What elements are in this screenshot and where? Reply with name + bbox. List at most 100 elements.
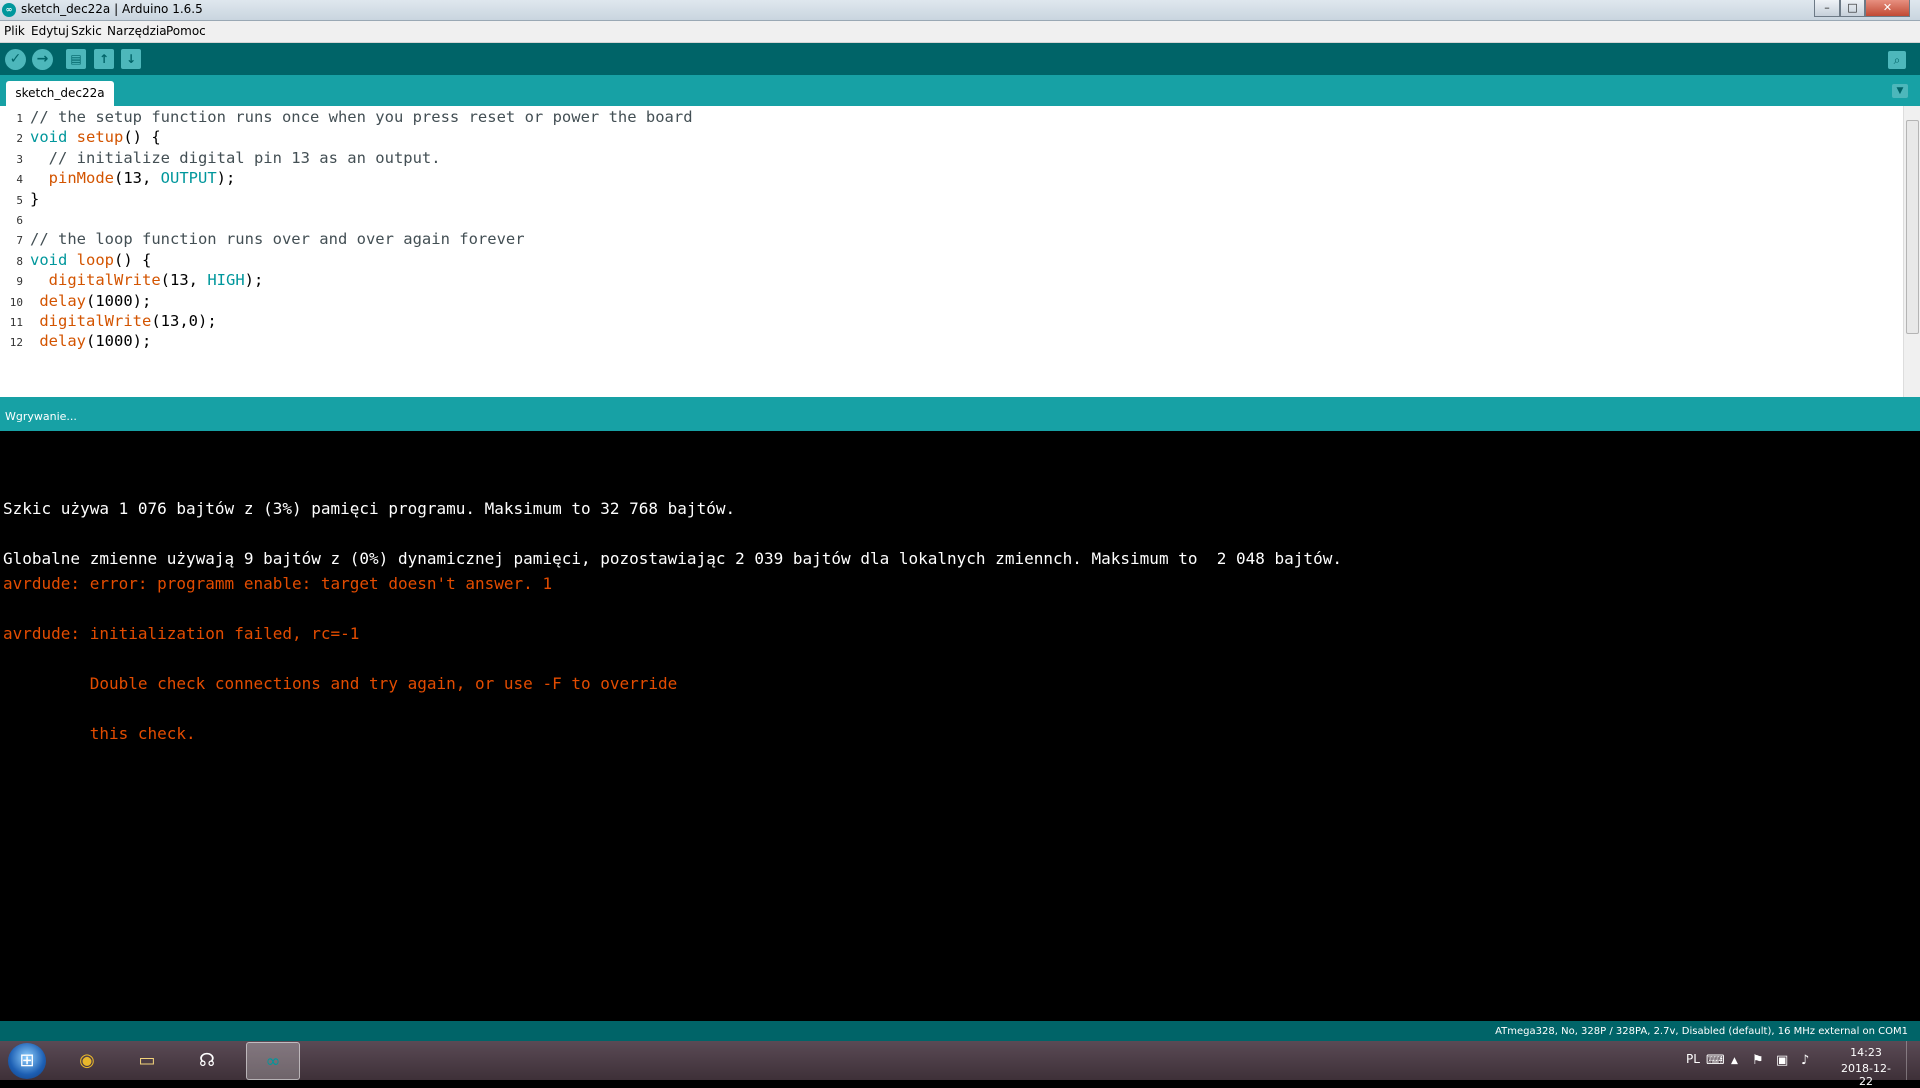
line-number: 2 (16, 132, 23, 146)
console-error-line: avrdude: error: programm enable: target … (3, 574, 553, 593)
tab-sketch[interactable]: sketch_dec22a (6, 81, 114, 106)
new-sketch-button[interactable]: ▤ (66, 49, 86, 69)
open-sketch-button[interactable]: ↑ (94, 49, 114, 69)
line-number: 6 (16, 214, 23, 227)
code-line[interactable]: digitalWrite(13,0); (30, 312, 217, 330)
code-line[interactable]: // initialize digital pin 13 as an outpu… (30, 149, 441, 167)
line-number: 12 (9, 336, 23, 350)
console-info-line: Globalne zmienne używają 9 bajtów z (0%)… (3, 549, 1342, 568)
toolbar: ✓ → ▤ ↑ ↓ ⌕ (0, 43, 1920, 75)
menu-bar: Plik Edytuj Szkic Narzędzia Pomoc (0, 21, 1920, 43)
close-button[interactable]: ✕ (1865, 0, 1910, 17)
line-number: 3 (16, 152, 23, 166)
console-error-line: Double check connections and try again, … (3, 674, 678, 693)
line-number-gutter: 1 2 3 4 5 6 7 8 9 10 11 12 (0, 106, 28, 397)
code-token: (13,0); (151, 312, 217, 330)
clock-time[interactable]: 14:23 (1840, 1046, 1892, 1059)
line-number: 10 (9, 295, 23, 309)
code-line[interactable]: void loop() { (30, 251, 151, 269)
console-error-line: this check. (3, 724, 196, 743)
arduino-logo-icon: ∞ (2, 3, 16, 17)
action-center-flag-icon[interactable]: ⚑ (1752, 1053, 1764, 1068)
title-bar: ∞ sketch_dec22a | Arduino 1.6.5 – □ ✕ (0, 0, 1920, 21)
taskbar-app-arduino[interactable]: ∞ (246, 1042, 300, 1080)
line-number: 11 (9, 316, 23, 329)
taskbar-app-chrome[interactable]: ◉ (60, 1042, 114, 1080)
code-line[interactable]: } (30, 190, 39, 208)
save-sketch-button[interactable]: ↓ (121, 49, 141, 69)
code-token: } (30, 189, 40, 208)
network-icon[interactable]: ▣ (1776, 1053, 1788, 1068)
tray-expand-icon[interactable]: ▲ (1731, 1056, 1738, 1066)
code-token: delay (39, 332, 87, 351)
code-token: OUTPUT (160, 169, 217, 188)
code-token: () { (123, 128, 161, 147)
language-indicator[interactable]: PL (1686, 1052, 1700, 1066)
upload-button[interactable]: → (32, 49, 53, 70)
volume-icon[interactable]: ♪ (1801, 1053, 1809, 1068)
code-token: ); (216, 169, 236, 188)
line-number: 9 (16, 275, 23, 289)
menu-szkic[interactable]: Szkic (71, 24, 102, 38)
status-bar: Wgrywanie... (0, 397, 1920, 431)
code-token: void (30, 128, 68, 147)
keyboard-icon[interactable]: ⌨ (1706, 1053, 1725, 1068)
taskbar: ⊞ ◉ ▭ ☊ ∞ PL ⌨ ▲ ⚑ ▣ ♪ 14:23 2018-12-22 (0, 1041, 1920, 1088)
code-token: delay (39, 291, 87, 310)
code-editor[interactable]: 1 2 3 4 5 6 7 8 9 10 11 12 // the setup function ru… (0, 106, 1920, 397)
minimize-button[interactable]: – (1814, 0, 1840, 17)
code-token: ); (244, 271, 264, 290)
menu-plik[interactable]: Plik (4, 24, 25, 38)
line-number: 8 (16, 254, 23, 268)
code-token: setup (76, 128, 124, 147)
code-token: // the loop function runs over and over … (30, 230, 525, 249)
code-token: (1000); (86, 291, 152, 310)
code-token: (1000); (86, 332, 152, 351)
code-token: // the setup function runs once when you… (30, 108, 693, 126)
line-number: 4 (16, 173, 23, 187)
maximize-button[interactable]: □ (1840, 0, 1865, 17)
menu-narzedzia[interactable]: Narzędzia (107, 24, 167, 38)
line-number: 1 (16, 112, 23, 125)
code-line[interactable]: // the loop function runs over and over … (30, 230, 525, 248)
console-error-line: avrdude: initialization failed, rc=-1 (3, 624, 360, 643)
code-line[interactable]: delay(1000); (30, 332, 151, 350)
status-text: Wgrywanie... (5, 410, 77, 423)
menu-edytuj[interactable]: Edytuj (31, 24, 69, 38)
board-info-bar: ATmega328, No, 328P / 328PA, 2.7v, Disab… (0, 1021, 1920, 1041)
code-token: (13, (114, 169, 161, 188)
taskbar-app-support[interactable]: ☊ (180, 1042, 234, 1080)
start-button[interactable]: ⊞ (8, 1043, 46, 1079)
editor-scrollbar[interactable] (1903, 106, 1920, 397)
tab-strip: sketch_dec22a ▼ (0, 75, 1920, 106)
code-line[interactable]: // the setup function runs once when you… (30, 108, 693, 126)
show-desktop-button[interactable] (1906, 1041, 1920, 1080)
clock-date[interactable]: 2018-12-22 (1836, 1062, 1896, 1088)
code-token: loop (76, 250, 114, 269)
code-line[interactable]: void setup() { (30, 128, 161, 146)
editor-scrollbar-thumb[interactable] (1906, 120, 1919, 334)
code-token: HIGH (207, 271, 245, 290)
tab-menu-button[interactable]: ▼ (1892, 84, 1908, 98)
menu-pomoc[interactable]: Pomoc (166, 24, 206, 38)
code-token: () { (114, 250, 152, 269)
code-line[interactable]: pinMode(13, OUTPUT); (30, 169, 236, 188)
code-token: pinMode (48, 169, 114, 188)
code-line[interactable]: digitalWrite(13, HIGH); (30, 271, 264, 290)
code-line[interactable]: delay(1000); (30, 292, 151, 310)
code-token: (13, (160, 271, 208, 290)
code-token: void (30, 250, 68, 269)
window-title: sketch_dec22a | Arduino 1.6.5 (21, 2, 203, 16)
serial-monitor-button[interactable]: ⌕ (1888, 51, 1906, 69)
taskbar-app-explorer[interactable]: ▭ (120, 1042, 174, 1080)
verify-button[interactable]: ✓ (5, 49, 26, 70)
line-number: 7 (16, 234, 23, 248)
console-info-line: Szkic używa 1 076 bajtów z (3%) pamięci … (3, 499, 736, 518)
